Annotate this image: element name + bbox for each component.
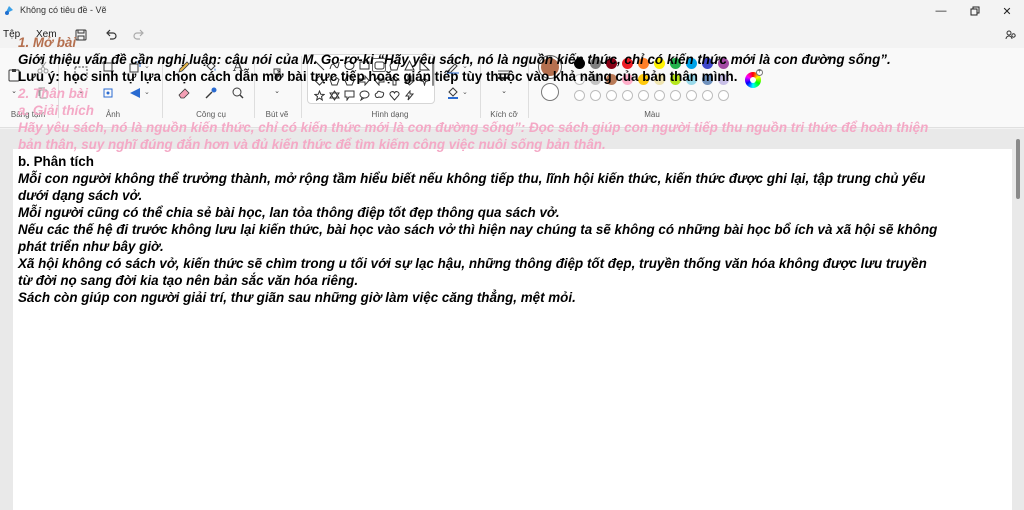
close-icon: ✕ — [1002, 5, 1012, 18]
minimize-button[interactable]: — — [926, 0, 956, 22]
text-line: Xã hội không có sách vở, kiến thức sẽ ch… — [18, 256, 927, 271]
text-line: Sách còn giúp con người giải trí, thư gi… — [18, 290, 576, 305]
text-line: phát triển như bây giờ. — [18, 239, 164, 254]
text-line: Mỗi người cũng có thể chia sẻ bài học, l… — [18, 205, 560, 220]
close-button[interactable]: ✕ — [992, 0, 1022, 22]
share-button[interactable] — [1002, 27, 1020, 43]
text-line: Lưu ý: học sinh tự lựa chọn cách dẫn mở … — [18, 69, 738, 84]
people-icon — [1005, 30, 1016, 40]
subheading-explain: a. Giải thích — [18, 103, 94, 118]
vertical-scrollbar[interactable] — [1016, 139, 1020, 199]
heading-body: 2. Thân bài — [18, 86, 88, 101]
restore-icon — [970, 6, 980, 16]
maximize-button[interactable] — [960, 0, 990, 22]
subheading-analysis: b. Phân tích — [18, 154, 94, 169]
chevron-down-icon: ⌄ — [11, 88, 17, 95]
minimize-icon: — — [935, 5, 947, 17]
text-line: từ đời nọ sang đời kia tạo nên bản sắc v… — [18, 273, 359, 288]
canvas-text: 1. Mở bài Giới thiệu vấn đề cần nghị luậ… — [18, 34, 1003, 306]
text-line: Hãy yêu sách, nó là nguồn kiến thức, chỉ… — [18, 120, 929, 135]
text-line: Nếu các thế hệ đi trước không lưu lại ki… — [18, 222, 938, 237]
title-bar: Không có tiêu đề - Vẽ — ✕ — [0, 0, 1024, 22]
text-line: bản thân, suy nghĩ đúng đắn hơn và đủ ki… — [18, 137, 606, 152]
window-title: Không có tiêu đề - Vẽ — [20, 5, 107, 15]
text-line: Giới thiệu vấn đề cần nghị luận: câu nói… — [18, 52, 891, 67]
text-line: Mỗi con người không thể trưởng thành, mở… — [18, 171, 926, 186]
paint-app-icon — [5, 6, 13, 15]
text-line: dưới dạng sách vở. — [18, 188, 143, 203]
heading-intro: 1. Mở bài — [18, 35, 77, 50]
